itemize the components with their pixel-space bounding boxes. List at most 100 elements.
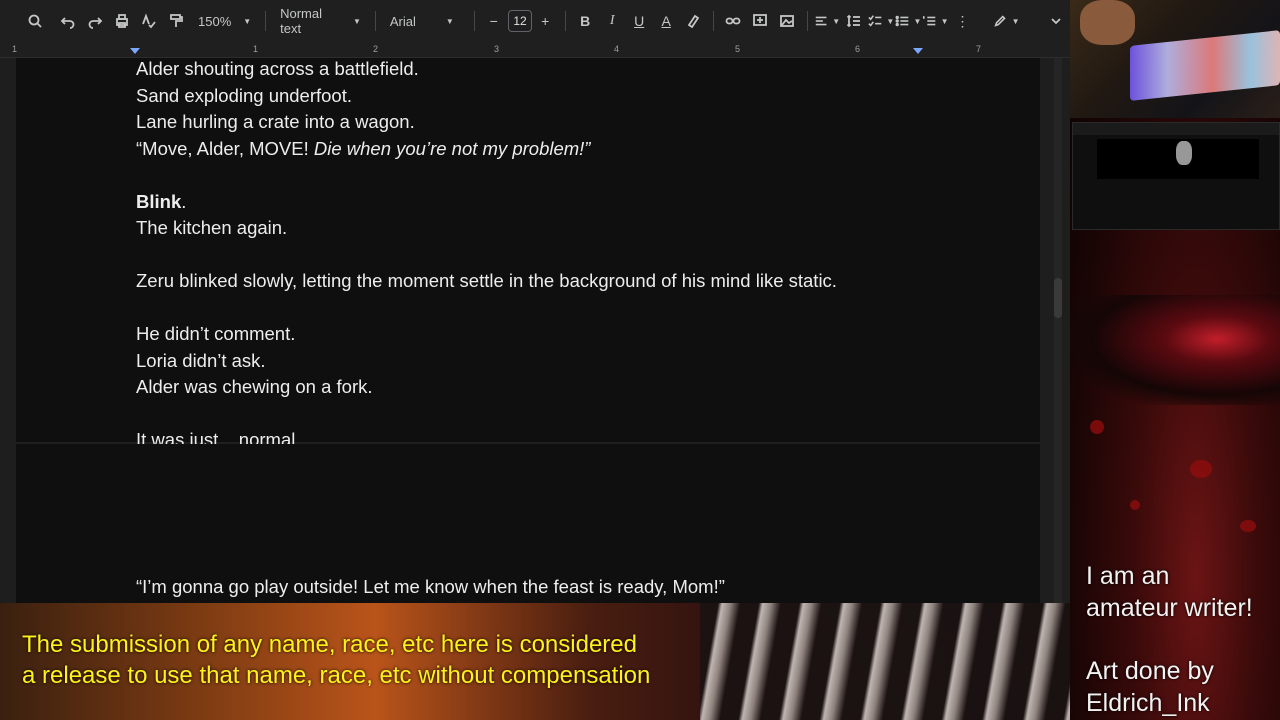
font-family-select[interactable]: Arial ▼ xyxy=(382,7,468,35)
paragraph-bold-text: Blink xyxy=(136,190,182,212)
vertical-scrollbar[interactable] xyxy=(1054,58,1062,603)
chevron-down-icon: ▼ xyxy=(1011,16,1020,26)
empty-paragraph[interactable] xyxy=(136,401,837,428)
submission-notice: The submission of any name, race, etc he… xyxy=(22,629,650,691)
blood-splatter xyxy=(1090,420,1104,434)
empty-paragraph[interactable] xyxy=(136,162,837,189)
align-icon[interactable]: ▼ xyxy=(814,7,840,35)
chevron-down-icon: ▼ xyxy=(243,16,252,26)
text-color-icon[interactable]: A xyxy=(653,7,679,35)
paragraph-text: “Move, Alder, MOVE! xyxy=(136,137,314,159)
video-thumbnail-image xyxy=(1176,141,1192,165)
redo-icon[interactable] xyxy=(82,7,108,35)
italic-icon[interactable]: I xyxy=(599,7,625,35)
ruler-label: 1 xyxy=(12,44,18,54)
bold-icon[interactable]: B xyxy=(572,7,598,35)
decrease-font-size-icon[interactable]: − xyxy=(481,7,507,35)
blood-splatter xyxy=(1240,520,1256,532)
scrollbar-thumb[interactable] xyxy=(1054,278,1062,318)
spellcheck-icon[interactable] xyxy=(136,7,162,35)
webcam-feed xyxy=(1070,0,1280,118)
stream-banner: The submission of any name, race, etc he… xyxy=(0,603,1070,720)
chevron-down-icon: ▼ xyxy=(353,16,361,26)
paragraph-style-value: Normal text xyxy=(280,6,323,36)
editing-mode-icon[interactable]: ▼ xyxy=(993,7,1020,35)
highlight-color-icon[interactable] xyxy=(680,7,706,35)
blood-splatter xyxy=(1130,500,1140,510)
insert-link-icon[interactable] xyxy=(720,7,746,35)
teeth-artwork xyxy=(700,603,1070,720)
notice-line: The submission of any name, race, etc he… xyxy=(22,631,637,658)
ruler-label: 1 xyxy=(253,44,259,54)
print-icon[interactable] xyxy=(109,7,135,35)
undo-icon[interactable] xyxy=(55,7,81,35)
page-body[interactable]: “I’m gonna go play outside! Let me know … xyxy=(136,574,725,601)
horizontal-ruler[interactable]: 1 1 2 3 4 5 6 7 xyxy=(0,42,1070,58)
google-docs-window: 150% ▼ Normal text ▼ Arial ▼ − 12 + B I U A… xyxy=(0,0,1070,603)
paragraph[interactable]: Zeru blinked slowly, letting the moment … xyxy=(136,268,837,295)
paragraph-italic-text: Die when you’re not my problem!” xyxy=(313,137,591,159)
art-credit-text: Art done by xyxy=(1086,657,1214,685)
empty-paragraph[interactable] xyxy=(136,295,837,322)
document-page[interactable]: “I’m gonna go play outside! Let me know … xyxy=(16,444,1040,603)
promo-text: I am an xyxy=(1086,562,1170,590)
insert-image-icon[interactable] xyxy=(774,7,800,35)
font-size-input[interactable]: 12 xyxy=(507,10,533,32)
page-body[interactable]: Alder shouting across a battlefield. San… xyxy=(136,58,837,454)
left-indent-marker[interactable] xyxy=(130,48,140,54)
paragraph[interactable]: Lane hurling a crate into a wagon. xyxy=(136,109,837,136)
stream-frame: 150% ▼ Normal text ▼ Arial ▼ − 12 + B I U A… xyxy=(0,0,1280,720)
line-spacing-icon[interactable] xyxy=(841,7,867,35)
ruler-label: 4 xyxy=(614,44,620,54)
zoom-select[interactable]: 150% ▼ xyxy=(190,7,259,35)
empty-paragraph[interactable] xyxy=(136,242,837,269)
docs-toolbar: 150% ▼ Normal text ▼ Arial ▼ − 12 + B I U A… xyxy=(0,0,1070,42)
paragraph[interactable]: The kitchen again. xyxy=(136,215,837,242)
chevron-down-icon: ▼ xyxy=(832,16,841,26)
increase-font-size-icon[interactable]: + xyxy=(532,7,558,35)
paragraph[interactable]: Alder was chewing on a fork. xyxy=(136,374,837,401)
chevron-down-icon: ▼ xyxy=(886,16,895,26)
chevron-down-icon: ▼ xyxy=(940,16,949,26)
toolbar-divider xyxy=(265,11,267,31)
document-page[interactable]: Alder shouting across a battlefield. San… xyxy=(16,58,1040,450)
ruler-label: 3 xyxy=(494,44,500,54)
toolbar-divider xyxy=(374,11,376,31)
paragraph-text: . xyxy=(181,190,187,212)
paragraph[interactable]: Alder shouting across a battlefield. xyxy=(136,58,837,83)
ruler-label: 5 xyxy=(735,44,741,54)
add-comment-icon[interactable] xyxy=(747,7,773,35)
browser-bar xyxy=(1073,123,1279,135)
paragraph[interactable]: He didn’t comment. xyxy=(136,321,837,348)
underline-icon[interactable]: U xyxy=(626,7,652,35)
collapse-toolbar-icon[interactable] xyxy=(1043,7,1069,35)
paragraph[interactable]: “I’m gonna go play outside! Let me know … xyxy=(136,574,725,601)
font-family-value: Arial xyxy=(389,13,416,29)
paragraph-style-select[interactable]: Normal text ▼ xyxy=(272,6,369,36)
zoom-value: 150% xyxy=(198,13,232,29)
ruler-label: 7 xyxy=(976,44,982,54)
paint-format-icon[interactable] xyxy=(163,7,189,35)
eye-artwork xyxy=(1070,295,1280,405)
chevron-down-icon: ▼ xyxy=(445,16,454,26)
search-menus-icon[interactable] xyxy=(22,7,48,35)
paragraph[interactable]: Loria didn’t ask. xyxy=(136,348,837,375)
more-options-icon[interactable]: ⋮ xyxy=(950,7,976,35)
paragraph[interactable]: Blink. xyxy=(136,189,837,216)
bulleted-list-icon[interactable]: ▼ xyxy=(895,7,921,35)
chevron-down-icon: ▼ xyxy=(913,16,922,26)
notice-line: a release to use that name, race, etc wi… xyxy=(22,662,651,689)
checklist-icon[interactable]: ▼ xyxy=(868,7,894,35)
toolbar-divider xyxy=(473,11,475,31)
promo-text: amateur writer! xyxy=(1086,594,1253,622)
numbered-list-icon[interactable]: ▼ xyxy=(922,7,949,35)
document-canvas: Alder shouting across a battlefield. San… xyxy=(0,58,1070,603)
ruler-label: 2 xyxy=(373,44,379,54)
toolbar-divider xyxy=(807,11,809,31)
paragraph[interactable]: Sand exploding underfoot. xyxy=(136,83,837,110)
blood-splatter xyxy=(1190,460,1212,478)
right-indent-marker[interactable] xyxy=(913,48,923,54)
toolbar-divider xyxy=(565,11,567,31)
keyboard-image xyxy=(1130,30,1280,101)
paragraph[interactable]: “Move, Alder, MOVE! Die when you’re not … xyxy=(136,136,837,163)
